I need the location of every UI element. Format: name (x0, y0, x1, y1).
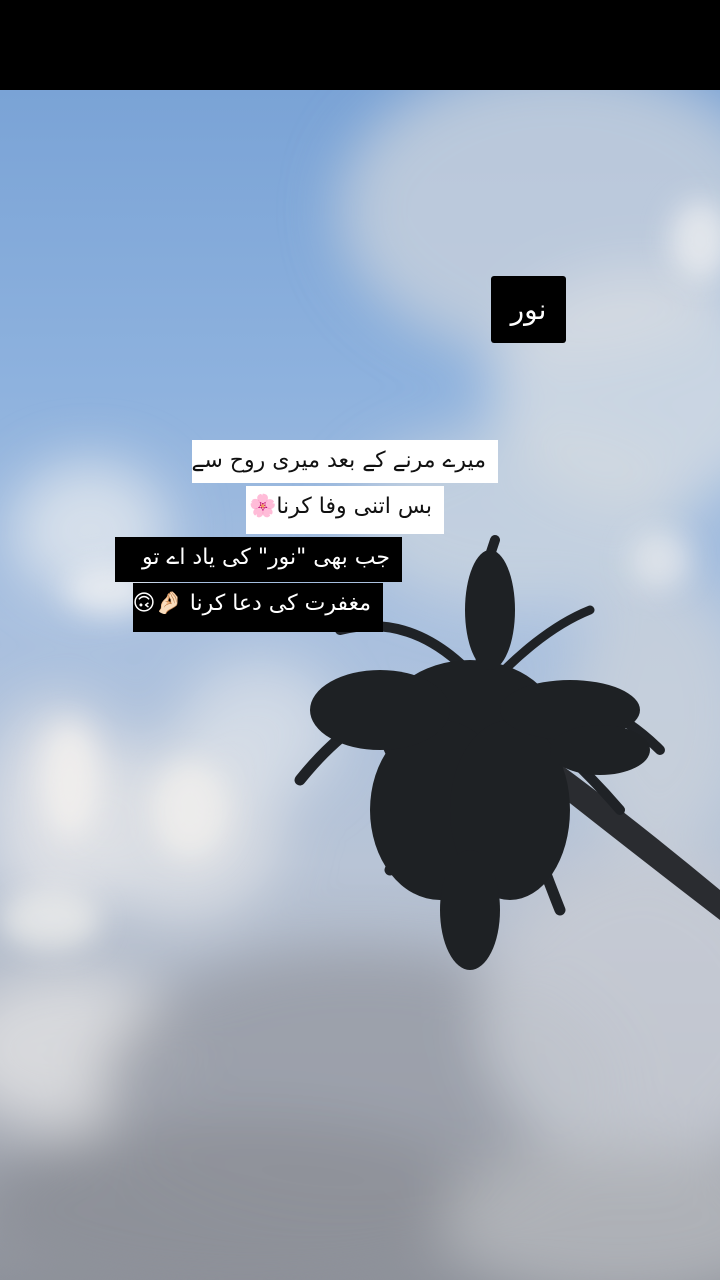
name-label: نور (510, 293, 547, 326)
sky-scene (0, 90, 720, 1280)
caption-line-3: جب بھی "نور" کی یاد اے تو (115, 537, 402, 582)
caption-line-1: میرے مرنے کے بعد میری روح سے (191, 440, 498, 483)
caption-line-2: بس اتنی وفا کرنا🌸 (246, 486, 444, 534)
caption-line-4: مغفرت کی دعا کرنا 🤌🏻🙃 (132, 583, 383, 632)
sky-palm-background-photo (0, 90, 720, 1280)
top-black-bar (0, 0, 720, 90)
name-label-box: نور (491, 276, 566, 343)
